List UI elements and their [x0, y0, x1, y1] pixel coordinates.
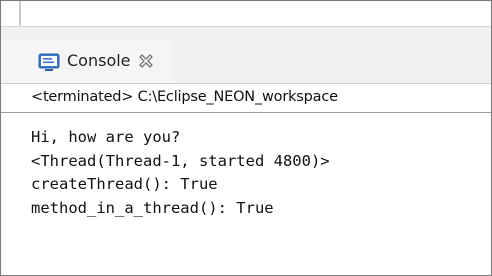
- console-line: method_in_a_thread(): True: [31, 198, 274, 217]
- console-status-line: <terminated> C:\Eclipse_NEON_workspace: [1, 84, 491, 113]
- console-output[interactable]: Hi, how are you? <Thread(Thread-1, start…: [31, 126, 491, 220]
- tab-console-label: Console: [67, 51, 131, 70]
- tab-console[interactable]: Console: [1, 41, 173, 83]
- console-line: <Thread(Thread-1, started 4800)>: [31, 151, 330, 170]
- view-tab-bar: Console: [1, 27, 491, 84]
- eclipse-console-window: Console <terminated> C:\Eclipse_NEON_wor…: [0, 0, 492, 276]
- close-icon[interactable]: [137, 52, 155, 70]
- console-line: Hi, how are you?: [31, 128, 181, 146]
- editor-divider: [19, 1, 21, 26]
- console-line: createThread(): True: [31, 175, 218, 193]
- editor-area-top: [1, 1, 491, 27]
- console-icon: [38, 53, 60, 73]
- terminated-status: <terminated> C:\Eclipse_NEON_workspace: [31, 89, 338, 105]
